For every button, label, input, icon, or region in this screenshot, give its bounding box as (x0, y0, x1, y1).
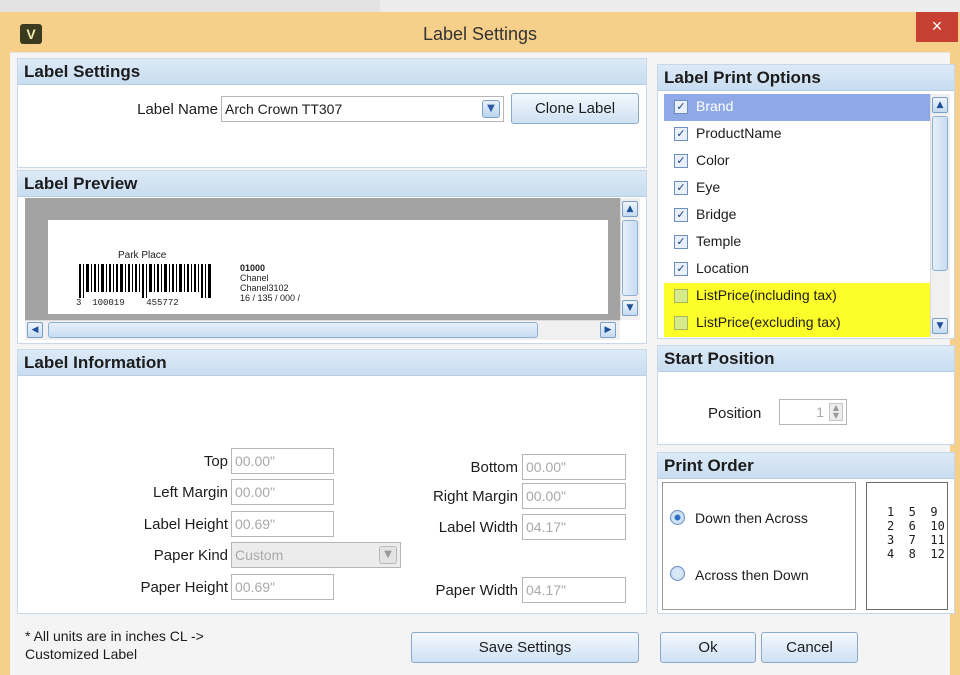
label-width-field[interactable]: 04.17" (522, 514, 626, 540)
checkbox-bridge[interactable]: ✓ (674, 208, 688, 222)
top-label: Top (203, 453, 228, 470)
scroll-down-icon[interactable]: ▼ (932, 318, 948, 334)
print-order-options (662, 482, 856, 610)
order-grid-row-1: 1 5 9 (887, 505, 938, 519)
checkbox-productname[interactable]: ✓ (674, 127, 688, 141)
window-frame-left (0, 52, 10, 675)
barcode-number: 3 100019 455772 (76, 298, 179, 308)
paper-width-label: Paper Width (435, 582, 518, 599)
checkbox-eye[interactable]: ✓ (674, 181, 688, 195)
scroll-up-icon[interactable]: ▲ (932, 97, 948, 113)
stepper-arrows-icon[interactable]: ▲ ▼ (829, 403, 843, 421)
label-height-label: Label Height (143, 516, 228, 533)
list-item-temple[interactable]: ✓ Temple (664, 229, 930, 256)
start-position-group: Start Position (657, 345, 955, 445)
list-item-location[interactable]: ✓ Location (664, 256, 930, 283)
paper-width-field[interactable]: 04.17" (522, 577, 626, 603)
left-margin-label: Left Margin (152, 484, 228, 501)
checkbox-location[interactable]: ✓ (674, 262, 688, 276)
chevron-down-icon[interactable]: ▼ (379, 546, 397, 564)
paper-height-label: Paper Height (140, 579, 228, 596)
label-width-label: Label Width (438, 519, 518, 536)
list-item-productname[interactable]: ✓ ProductName (664, 121, 930, 148)
label-height-field[interactable]: 00.69" (231, 511, 334, 537)
print-options-scroll-thumb[interactable] (932, 116, 948, 271)
right-margin-label: Right Margin (432, 488, 518, 505)
list-item-label: Bridge (696, 206, 737, 222)
scroll-up-icon[interactable]: ▲ (622, 201, 638, 217)
start-position-header: Start Position (658, 346, 954, 372)
bottom-label: Bottom (470, 459, 518, 476)
clone-label-button[interactable]: Clone Label (511, 93, 639, 124)
print-options-list: ✓ Brand ✓ ProductName ✓ Color ✓ Eye ✓ Br… (664, 94, 930, 337)
chevron-down-icon[interactable]: ▼ (482, 100, 500, 118)
list-item-label: ListPrice(excluding tax) (696, 314, 841, 330)
label-preview-header: Label Preview (18, 171, 646, 197)
preview-hscroll-thumb[interactable] (48, 322, 538, 338)
preview-brand: Park Place (118, 250, 167, 261)
units-note-line-2: Customized Label (25, 646, 138, 662)
print-order-header: Print Order (658, 453, 954, 479)
list-item-color[interactable]: ✓ Color (664, 148, 930, 175)
checkbox-temple[interactable]: ✓ (674, 235, 688, 249)
label-information-header: Label Information (18, 350, 646, 376)
bottom-field[interactable]: 00.00" (522, 454, 626, 480)
list-item-label: ListPrice(including tax) (696, 287, 837, 303)
label-name-label: Label Name (137, 101, 218, 118)
preview-line-1: 01000 (240, 263, 266, 273)
scroll-down-icon[interactable]: ▼ (622, 300, 638, 316)
preview-line-3: Chanel3102 (240, 283, 289, 293)
paper-height-field[interactable]: 00.69" (231, 574, 334, 600)
scroll-right-icon[interactable]: ▶ (600, 322, 616, 338)
list-item-listprice-excluding-tax[interactable]: ✓ ListPrice(excluding tax) (664, 310, 930, 337)
background-strip-dark (0, 0, 380, 12)
paper-kind-select[interactable]: Custom (231, 542, 401, 568)
cancel-button[interactable]: Cancel (761, 632, 858, 663)
list-item-bridge[interactable]: ✓ Bridge (664, 202, 930, 229)
list-item-label: Temple (696, 233, 742, 249)
ok-button[interactable]: Ok (660, 632, 756, 663)
list-item-label: Brand (696, 98, 734, 114)
preview-vscroll-thumb[interactable] (622, 220, 638, 296)
radio-down-then-across[interactable] (670, 510, 685, 525)
preview-line-4: 16 / 135 / 000 / (240, 293, 301, 303)
order-grid-row-2: 2 6 10 (887, 519, 945, 533)
top-field[interactable]: 00.00" (231, 448, 334, 474)
checkbox-brand[interactable]: ✓ (674, 100, 688, 114)
label-settings-header: Label Settings (18, 59, 646, 85)
list-item-eye[interactable]: ✓ Eye (664, 175, 930, 202)
save-settings-button[interactable]: Save Settings (411, 632, 639, 663)
checkbox-listprice-including-tax[interactable]: ✓ (674, 289, 688, 303)
radio-across-then-down[interactable] (670, 566, 685, 581)
left-margin-field[interactable]: 00.00" (231, 479, 334, 505)
barcode-graphic (79, 264, 211, 298)
right-margin-field[interactable]: 00.00" (522, 483, 626, 509)
list-item-listprice-including-tax[interactable]: ✓ ListPrice(including tax) (664, 283, 930, 310)
label-name-value: Arch Crown TT307 (225, 101, 343, 117)
window-title: Label Settings (422, 24, 538, 44)
label-name-combobox[interactable]: Arch Crown TT307 (221, 96, 504, 122)
order-grid-row-4: 4 8 12 (887, 547, 945, 561)
print-options-header: Label Print Options (658, 65, 954, 91)
list-item-label: ProductName (696, 125, 782, 141)
checkbox-listprice-excluding-tax[interactable]: ✓ (674, 316, 688, 330)
preview-line-2: Chanel (240, 273, 269, 283)
scroll-left-icon[interactable]: ◀ (27, 322, 43, 338)
across-then-down-label[interactable]: Across then Down (695, 567, 809, 583)
list-item-label: Eye (696, 179, 721, 195)
down-then-across-label[interactable]: Down then Across (695, 510, 808, 526)
close-button[interactable]: × (916, 12, 958, 42)
checkbox-color[interactable]: ✓ (674, 154, 688, 168)
units-note-line-1: * All units are in inches CL -> (25, 628, 204, 644)
list-item-brand[interactable]: ✓ Brand (664, 94, 930, 121)
list-item-label: Location (696, 260, 749, 276)
list-item-label: Color (696, 152, 730, 168)
paper-kind-label: Paper Kind (153, 547, 228, 564)
order-grid-row-3: 3 7 11 (887, 533, 945, 547)
position-label: Position (708, 405, 762, 422)
